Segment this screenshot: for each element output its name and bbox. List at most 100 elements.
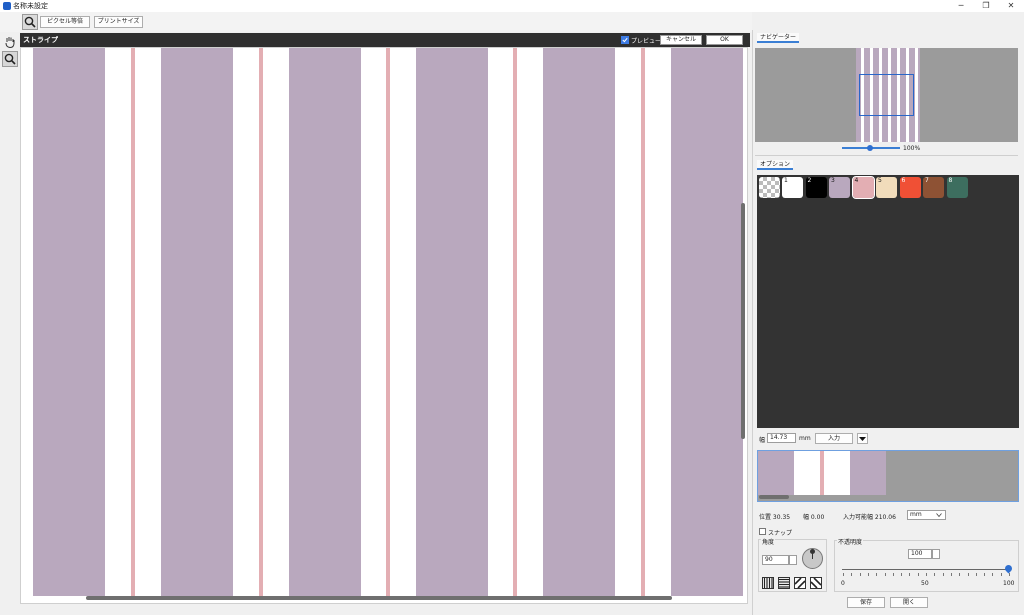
diagonal-right-stripes-icon[interactable]: [810, 577, 822, 589]
swatch-number: 5: [878, 177, 882, 184]
opacity-max: 100: [1003, 580, 1015, 587]
dropdown-button[interactable]: [857, 433, 868, 444]
opacity-label: 不透明度: [837, 537, 864, 546]
opacity-min: 0: [841, 580, 845, 587]
check-icon: [622, 37, 628, 43]
diagonal-lines-icon: [794, 577, 806, 589]
stripe-pink: [131, 48, 135, 596]
slider-tick: [984, 573, 986, 576]
slider-tick: [901, 573, 903, 576]
swatch-transparent[interactable]: [759, 177, 780, 198]
app-icon: [3, 2, 11, 10]
swatch-5[interactable]: 5: [876, 177, 897, 198]
slider-tick: [876, 573, 878, 576]
navigator-viewport[interactable]: [859, 74, 914, 116]
strip-scrollbar[interactable]: [759, 495, 789, 499]
width-input[interactable]: 14.73: [767, 433, 796, 443]
horizontal-lines-icon: [779, 578, 789, 588]
stripe-pink: [386, 48, 390, 596]
vertical-stripes-icon[interactable]: [762, 577, 774, 589]
width-unit: mm: [799, 435, 811, 442]
hand-icon: [5, 37, 15, 49]
slider-tick: [892, 573, 894, 576]
slider-tick: [843, 573, 844, 576]
stripe-canvas[interactable]: [20, 47, 748, 604]
input-button[interactable]: 入力: [815, 433, 853, 444]
slider-tick: [992, 573, 994, 576]
title-bar: 名称未設定 ─ ❐ ✕: [0, 0, 1024, 12]
unit-select-value: mm: [910, 511, 922, 518]
zoom-tool-button[interactable]: [22, 14, 38, 30]
slider-tick: [934, 573, 936, 576]
divider: [755, 155, 1018, 156]
swatch-number: 4: [854, 177, 859, 184]
swatch-number: 1: [784, 177, 788, 184]
vertical-lines-icon: [763, 578, 773, 588]
stripe-purple: [416, 48, 488, 596]
zoom-tool-side-button[interactable]: [2, 51, 18, 67]
tab-options[interactable]: オプション: [757, 160, 794, 170]
preview-label: プレビュー: [631, 38, 662, 45]
editor-header: ストライプ プレビュー キャンセル OK: [20, 33, 750, 47]
cancel-button[interactable]: キャンセル: [660, 35, 702, 45]
open-button[interactable]: 開く: [890, 597, 928, 608]
swatch-number: 7: [925, 177, 929, 184]
zoom-level: 100%: [903, 145, 921, 152]
editor-title: ストライプ: [23, 36, 58, 44]
swatch-1[interactable]: 1: [782, 177, 803, 198]
stripe-pattern: [21, 48, 747, 603]
close-button[interactable]: ✕: [999, 0, 1023, 12]
angle-label: 角度: [761, 537, 776, 546]
snap-label: スナップ: [768, 530, 793, 537]
chevron-down-icon: [936, 513, 942, 518]
position-readout: 位置 30.35: [759, 514, 791, 521]
stripe-pink: [513, 48, 517, 596]
zoom-slider-knob[interactable]: [867, 145, 873, 151]
snap-checkbox[interactable]: [759, 528, 766, 535]
slider-tick: [926, 573, 927, 576]
opacity-mid: 50: [921, 580, 929, 587]
pixel-equal-button[interactable]: ピクセル等倍: [40, 16, 90, 28]
swatch-4[interactable]: 4: [851, 176, 875, 199]
horizontal-scrollbar[interactable]: [86, 596, 672, 600]
swatch-8[interactable]: 8: [946, 177, 968, 198]
print-size-button[interactable]: プリントサイズ: [94, 16, 143, 28]
tab-navigator[interactable]: ナビゲーター: [757, 33, 800, 43]
angle-dial-handle[interactable]: [810, 549, 815, 554]
stripe-editor-strip[interactable]: [757, 450, 1019, 502]
opacity-input[interactable]: 100: [908, 549, 932, 559]
slider-tick: [975, 573, 977, 576]
opacity-stepper[interactable]: [932, 549, 940, 559]
width-readout: 幅 0.00: [803, 514, 825, 521]
angle-input[interactable]: 90: [762, 555, 789, 565]
swatch-3[interactable]: 3: [829, 177, 850, 198]
minimize-button[interactable]: ─: [949, 0, 973, 12]
swatch-7[interactable]: 7: [923, 177, 944, 198]
save-button[interactable]: 保存: [847, 597, 885, 608]
vertical-scrollbar[interactable]: [741, 203, 745, 439]
horizontal-stripes-icon[interactable]: [778, 577, 790, 589]
swatch-2[interactable]: 2: [805, 177, 827, 198]
stripe-purple: [671, 48, 743, 596]
diagonal-left-stripes-icon[interactable]: [794, 577, 806, 589]
maximize-button[interactable]: ❐: [974, 0, 998, 12]
input-width-readout: 入力可能幅 210.06: [843, 514, 896, 521]
magnifier-icon: [24, 16, 36, 28]
slider-tick: [859, 573, 861, 576]
preview-checkbox[interactable]: [621, 36, 629, 44]
slider-tick: [959, 573, 961, 576]
ok-button[interactable]: OK: [706, 35, 743, 45]
stripe-purple: [289, 48, 361, 596]
unit-select[interactable]: mm: [907, 510, 946, 520]
slider-tick: [867, 573, 869, 576]
swatch-number: 6: [901, 177, 906, 184]
swatch-number: 8: [948, 177, 953, 184]
swatch-number: 2: [807, 177, 812, 184]
opacity-slider[interactable]: [842, 569, 1010, 570]
hand-tool-button[interactable]: [3, 35, 17, 49]
angle-stepper[interactable]: [789, 555, 797, 565]
slider-tick: [1009, 573, 1010, 576]
swatch-6[interactable]: 6: [899, 177, 921, 198]
slider-tick: [884, 573, 886, 576]
stripe-purple: [33, 48, 105, 596]
